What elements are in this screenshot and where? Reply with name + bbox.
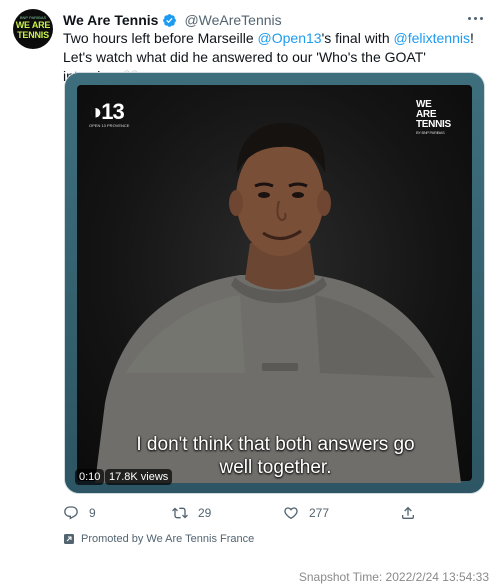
reply-count: 9	[89, 506, 96, 520]
video-player[interactable]: ◑13 OPEN 13 PROVENCE WE ARE TENNIS BY BN…	[64, 72, 485, 494]
reply-button[interactable]: 9	[63, 505, 96, 521]
tweet-text-part-1: Two hours left before Marseille	[63, 30, 258, 46]
video-views-badge: 17.8K views	[105, 469, 173, 485]
tweet-card: BNP PARIBAS WE ARE TENNIS We Are Tennis …	[0, 0, 500, 560]
avatar-line-2: TENNIS	[17, 30, 49, 40]
promoted-icon	[64, 534, 74, 544]
watermark-sub: BY BNP PARIBAS	[416, 130, 445, 135]
open13-logo: ◑13 OPEN 13 PROVENCE	[89, 99, 145, 133]
reply-icon	[64, 506, 78, 520]
tweet-text-part-2: 's final with	[321, 30, 394, 46]
watermark-line-3: TENNIS	[416, 119, 451, 130]
like-count: 277	[309, 506, 330, 520]
share-button[interactable]	[400, 505, 416, 521]
retweet-icon	[172, 507, 188, 519]
share-icon	[402, 506, 414, 519]
tweet-actions: 9 29 277	[63, 505, 423, 525]
mention-open13-link[interactable]: @Open13	[258, 30, 322, 46]
account-name[interactable]: We Are Tennis	[63, 12, 158, 28]
tweet-header: We Are Tennis @WeAreTennis	[63, 10, 282, 30]
retweet-button[interactable]: 29	[172, 505, 211, 521]
avatar-line-1: WE ARE	[15, 20, 51, 30]
more-options-icon[interactable]	[464, 10, 486, 26]
mention-felixtennis-link[interactable]: @felixtennis	[394, 30, 470, 46]
promoted-label[interactable]: Promoted by We Are Tennis France	[63, 531, 254, 547]
video-time-badge: 0:10	[75, 469, 105, 485]
snapshot-time: Snapshot Time: 2022/2/24 13:54:33	[298, 570, 489, 584]
like-button[interactable]: 277	[283, 505, 329, 521]
video-caption-line-1: I don't think that both answers go	[136, 434, 415, 455]
verified-badge-icon	[163, 13, 177, 27]
we-are-tennis-watermark: WE ARE TENNIS BY BNP PARIBAS	[416, 100, 456, 136]
open13-logo-subtitle: OPEN 13 PROVENCE	[89, 123, 130, 128]
promoted-text: Promoted by We Are Tennis France	[81, 533, 255, 545]
account-handle[interactable]: @WeAreTennis	[184, 12, 281, 28]
video-subject-image	[95, 123, 461, 483]
heart-icon	[284, 507, 298, 520]
open13-logo-mark: ◑13	[89, 99, 125, 124]
avatar[interactable]: BNP PARIBAS WE ARE TENNIS	[13, 9, 53, 49]
retweet-count: 29	[198, 506, 212, 520]
